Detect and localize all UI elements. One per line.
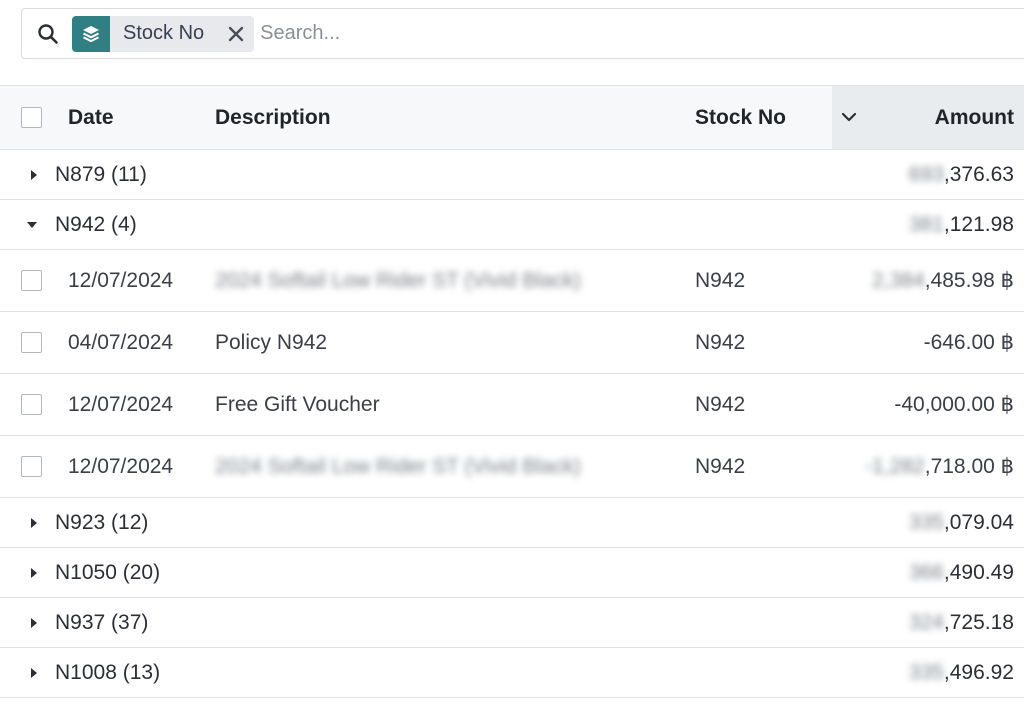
search-icon[interactable] xyxy=(22,8,74,59)
caret-right-icon xyxy=(29,150,39,199)
search-input[interactable] xyxy=(260,13,1024,54)
group-amount: 693 ,376.63 xyxy=(909,150,1014,199)
row-amount: 2,384 ,485.98 ฿ xyxy=(872,250,1014,311)
group-label: N942 (4) xyxy=(55,212,137,236)
caret-right-icon xyxy=(29,648,39,697)
group-amount-hidden: 381 xyxy=(908,212,944,236)
row-date: 12/07/2024 xyxy=(68,268,174,292)
row-amount: -1,282 ,718.00 ฿ xyxy=(865,436,1014,497)
row-checkbox[interactable] xyxy=(21,456,42,477)
group-amount-hidden: 335 xyxy=(908,660,944,684)
group-row[interactable]: N942 (4) 381 ,121.98 xyxy=(0,200,1024,250)
group-amount-visible: ,490.49 xyxy=(943,560,1014,584)
group-label: N1008 (13) xyxy=(55,660,161,684)
group-amount-hidden: 366 xyxy=(908,560,944,584)
row-select-cell xyxy=(21,436,42,497)
row-select-cell xyxy=(21,312,42,373)
select-all-cell xyxy=(21,86,42,149)
group-label: N1050 (20) xyxy=(55,560,161,584)
column-header-amount-label: Amount xyxy=(934,105,1014,129)
row-description: 2024 Softail Low Rider ST (Vivid Black) xyxy=(215,454,581,478)
caret-right-icon xyxy=(29,548,39,597)
search-facet-stock-no: Stock No xyxy=(72,15,255,52)
column-header-date[interactable]: Date xyxy=(68,86,114,149)
layers-icon xyxy=(72,15,110,52)
group-amount: 335 ,496.92 xyxy=(909,648,1014,697)
group-amount-visible: ,376.63 xyxy=(943,162,1014,186)
table-row[interactable]: 12/07/2024 2024 Softail Low Rider ST (Vi… xyxy=(0,250,1024,312)
row-checkbox[interactable] xyxy=(21,394,42,415)
row-date: 12/07/2024 xyxy=(68,392,174,416)
row-checkbox[interactable] xyxy=(21,332,42,353)
group-amount-hidden: 335 xyxy=(908,510,944,534)
caret-right-icon xyxy=(29,498,39,547)
chevron-down-icon xyxy=(840,108,858,132)
row-amount: -646.00 ฿ xyxy=(924,312,1014,373)
caret-down-icon xyxy=(26,200,38,249)
table-header: Date Description Stock No Amount xyxy=(0,85,1024,150)
row-amount-visible: ,485.98 ฿ xyxy=(924,269,1014,292)
group-amount: 324 ,725.18 xyxy=(909,598,1014,647)
group-amount-visible: ,121.98 xyxy=(943,212,1014,236)
row-description: Policy N942 xyxy=(215,330,328,354)
group-row[interactable]: N923 (12) 335 ,079.04 xyxy=(0,498,1024,548)
group-amount-visible: ,725.18 xyxy=(943,610,1014,634)
list-table: Date Description Stock No Amount N879 (1… xyxy=(0,85,1024,698)
group-amount-visible: ,079.04 xyxy=(943,510,1014,534)
row-amount-visible: ,718.00 ฿ xyxy=(924,455,1014,478)
row-description: Free Gift Voucher xyxy=(215,392,380,416)
table-row[interactable]: 12/07/2024 Free Gift Voucher N942 -40,00… xyxy=(0,374,1024,436)
row-amount-hidden: -1,282 xyxy=(865,454,925,478)
row-date: 04/07/2024 xyxy=(68,330,174,354)
group-row[interactable]: N879 (11) 693 ,376.63 xyxy=(0,150,1024,200)
group-label: N923 (12) xyxy=(55,510,149,534)
close-icon[interactable] xyxy=(218,16,254,52)
group-label: N937 (37) xyxy=(55,610,149,634)
row-date: 12/07/2024 xyxy=(68,454,174,478)
row-select-cell xyxy=(21,250,42,311)
group-row[interactable]: N937 (37) 324 ,725.18 xyxy=(0,598,1024,648)
table-row[interactable]: 04/07/2024 Policy N942 N942 -646.00 ฿ xyxy=(0,312,1024,374)
row-stock-no: N942 xyxy=(695,330,746,354)
row-description: 2024 Softail Low Rider ST (Vivid Black) xyxy=(215,268,581,292)
group-amount: 366 ,490.49 xyxy=(909,548,1014,597)
row-select-cell xyxy=(21,374,42,435)
column-header-stock-no[interactable]: Stock No xyxy=(695,86,786,149)
search-bar: Stock No xyxy=(21,8,1024,59)
group-amount-hidden: 693 xyxy=(908,162,944,186)
row-stock-no: N942 xyxy=(695,268,746,292)
row-stock-no: N942 xyxy=(695,454,746,478)
row-amount-visible: -40,000.00 ฿ xyxy=(894,393,1014,416)
facet-label: Stock No xyxy=(123,22,205,44)
table-row[interactable]: 12/07/2024 2024 Softail Low Rider ST (Vi… xyxy=(0,436,1024,498)
row-amount-visible: -646.00 ฿ xyxy=(923,331,1014,354)
group-amount: 381 ,121.98 xyxy=(909,200,1014,249)
group-row[interactable]: N1008 (13) 335 ,496.92 xyxy=(0,648,1024,698)
group-label: N879 (11) xyxy=(55,162,147,186)
column-header-description[interactable]: Description xyxy=(215,86,331,149)
group-row[interactable]: N1050 (20) 366 ,490.49 xyxy=(0,548,1024,598)
row-stock-no: N942 xyxy=(695,392,746,416)
caret-right-icon xyxy=(29,598,39,647)
group-amount-visible: ,496.92 xyxy=(943,660,1014,684)
row-amount-hidden: 2,384 xyxy=(872,268,925,292)
select-all-checkbox[interactable] xyxy=(21,107,42,128)
group-amount: 335 ,079.04 xyxy=(909,498,1014,547)
group-amount-hidden: 324 xyxy=(908,610,944,634)
row-checkbox[interactable] xyxy=(21,270,42,291)
row-amount: -40,000.00 ฿ xyxy=(894,374,1014,435)
